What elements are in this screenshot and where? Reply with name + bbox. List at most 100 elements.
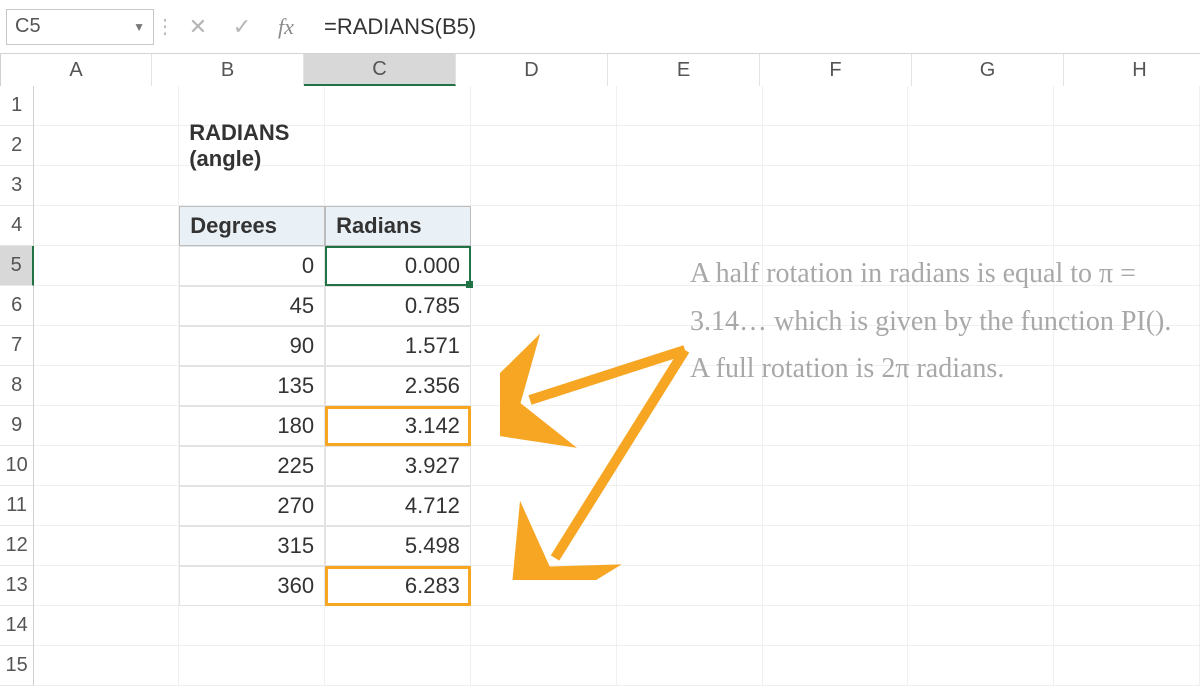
row-header-9[interactable]: 9	[0, 406, 34, 446]
cell-F2[interactable]	[763, 126, 909, 166]
cell-E14[interactable]	[617, 606, 763, 646]
cell-B4[interactable]: Degrees	[179, 206, 325, 246]
row-header-3[interactable]: 3	[0, 166, 34, 206]
cell-H10[interactable]	[1054, 446, 1200, 486]
name-box[interactable]: C5 ▼	[6, 9, 154, 45]
cell-C8[interactable]: 2.356	[325, 366, 471, 406]
cell-E13[interactable]	[617, 566, 763, 606]
cell-B10[interactable]: 225	[179, 446, 325, 486]
cell-B6[interactable]: 45	[179, 286, 325, 326]
cell-H3[interactable]	[1054, 166, 1200, 206]
cell-C2[interactable]	[325, 126, 471, 166]
cell-C3[interactable]	[325, 166, 471, 206]
column-header-A[interactable]: A	[1, 54, 152, 86]
cell-E3[interactable]	[617, 166, 763, 206]
column-header-B[interactable]: B	[152, 54, 304, 86]
row-header-8[interactable]: 8	[0, 366, 34, 406]
column-header-G[interactable]: G	[912, 54, 1064, 86]
cell-F9[interactable]	[763, 406, 909, 446]
cell-A9[interactable]	[34, 406, 179, 446]
row-header-7[interactable]: 7	[0, 326, 34, 366]
cell-A11[interactable]	[34, 486, 179, 526]
cell-D8[interactable]	[471, 366, 617, 406]
cell-G9[interactable]	[908, 406, 1054, 446]
cell-G4[interactable]	[908, 206, 1054, 246]
row-header-13[interactable]: 13	[0, 566, 34, 606]
column-header-F[interactable]: F	[760, 54, 912, 86]
cell-A8[interactable]	[34, 366, 179, 406]
row-header-15[interactable]: 15	[0, 646, 34, 686]
cell-B3[interactable]	[179, 166, 325, 206]
cell-G3[interactable]	[908, 166, 1054, 206]
cell-A13[interactable]	[34, 566, 179, 606]
cell-B7[interactable]: 90	[179, 326, 325, 366]
cell-B12[interactable]: 315	[179, 526, 325, 566]
cell-A15[interactable]	[34, 646, 179, 686]
cell-A14[interactable]	[34, 606, 179, 646]
cell-A10[interactable]	[34, 446, 179, 486]
cell-G11[interactable]	[908, 486, 1054, 526]
cell-B2[interactable]: RADIANS (angle)	[179, 126, 325, 166]
cell-A4[interactable]	[34, 206, 179, 246]
cell-D4[interactable]	[471, 206, 617, 246]
cell-C6[interactable]: 0.785	[325, 286, 471, 326]
cell-D6[interactable]	[471, 286, 617, 326]
cell-H13[interactable]	[1054, 566, 1200, 606]
cell-C9[interactable]: 3.142	[325, 406, 471, 446]
cell-B5[interactable]: 0	[179, 246, 325, 286]
cell-D10[interactable]	[471, 446, 617, 486]
cell-A1[interactable]	[34, 86, 179, 126]
formula-input[interactable]: =RADIANS(B5)	[308, 9, 1200, 45]
cell-F14[interactable]	[763, 606, 909, 646]
fx-icon[interactable]: fx	[264, 14, 308, 40]
cell-G14[interactable]	[908, 606, 1054, 646]
cell-A3[interactable]	[34, 166, 179, 206]
cell-G13[interactable]	[908, 566, 1054, 606]
cell-F13[interactable]	[763, 566, 909, 606]
enter-formula-button[interactable]: ✓	[220, 9, 264, 45]
cell-C7[interactable]: 1.571	[325, 326, 471, 366]
cell-B14[interactable]	[179, 606, 325, 646]
cell-B9[interactable]: 180	[179, 406, 325, 446]
cell-G2[interactable]	[908, 126, 1054, 166]
row-header-4[interactable]: 4	[0, 206, 34, 246]
cell-D1[interactable]	[471, 86, 617, 126]
row-header-6[interactable]: 6	[0, 286, 34, 326]
column-header-D[interactable]: D	[456, 54, 608, 86]
row-header-12[interactable]: 12	[0, 526, 34, 566]
cell-C12[interactable]: 5.498	[325, 526, 471, 566]
row-header-10[interactable]: 10	[0, 446, 34, 486]
row-header-1[interactable]: 1	[0, 86, 34, 126]
cell-F11[interactable]	[763, 486, 909, 526]
cell-E4[interactable]	[617, 206, 763, 246]
cell-D2[interactable]	[471, 126, 617, 166]
cell-C11[interactable]: 4.712	[325, 486, 471, 526]
cell-C10[interactable]: 3.927	[325, 446, 471, 486]
cell-B15[interactable]	[179, 646, 325, 686]
cell-D11[interactable]	[471, 486, 617, 526]
cell-E1[interactable]	[617, 86, 763, 126]
cell-C15[interactable]	[325, 646, 471, 686]
cell-H14[interactable]	[1054, 606, 1200, 646]
cell-B8[interactable]: 135	[179, 366, 325, 406]
cell-F1[interactable]	[763, 86, 909, 126]
cell-F3[interactable]	[763, 166, 909, 206]
cell-E2[interactable]	[617, 126, 763, 166]
cell-C1[interactable]	[325, 86, 471, 126]
cell-A6[interactable]	[34, 286, 179, 326]
cell-E15[interactable]	[617, 646, 763, 686]
cell-G15[interactable]	[908, 646, 1054, 686]
cell-F12[interactable]	[763, 526, 909, 566]
cell-D3[interactable]	[471, 166, 617, 206]
row-header-2[interactable]: 2	[0, 126, 34, 166]
cell-D5[interactable]	[471, 246, 617, 286]
cell-D14[interactable]	[471, 606, 617, 646]
cell-H12[interactable]	[1054, 526, 1200, 566]
cell-H2[interactable]	[1054, 126, 1200, 166]
cell-B13[interactable]: 360	[179, 566, 325, 606]
cell-A12[interactable]	[34, 526, 179, 566]
cell-D15[interactable]	[471, 646, 617, 686]
chevron-down-icon[interactable]: ▼	[133, 20, 145, 34]
cell-A5[interactable]	[34, 246, 179, 286]
cell-D9[interactable]	[471, 406, 617, 446]
